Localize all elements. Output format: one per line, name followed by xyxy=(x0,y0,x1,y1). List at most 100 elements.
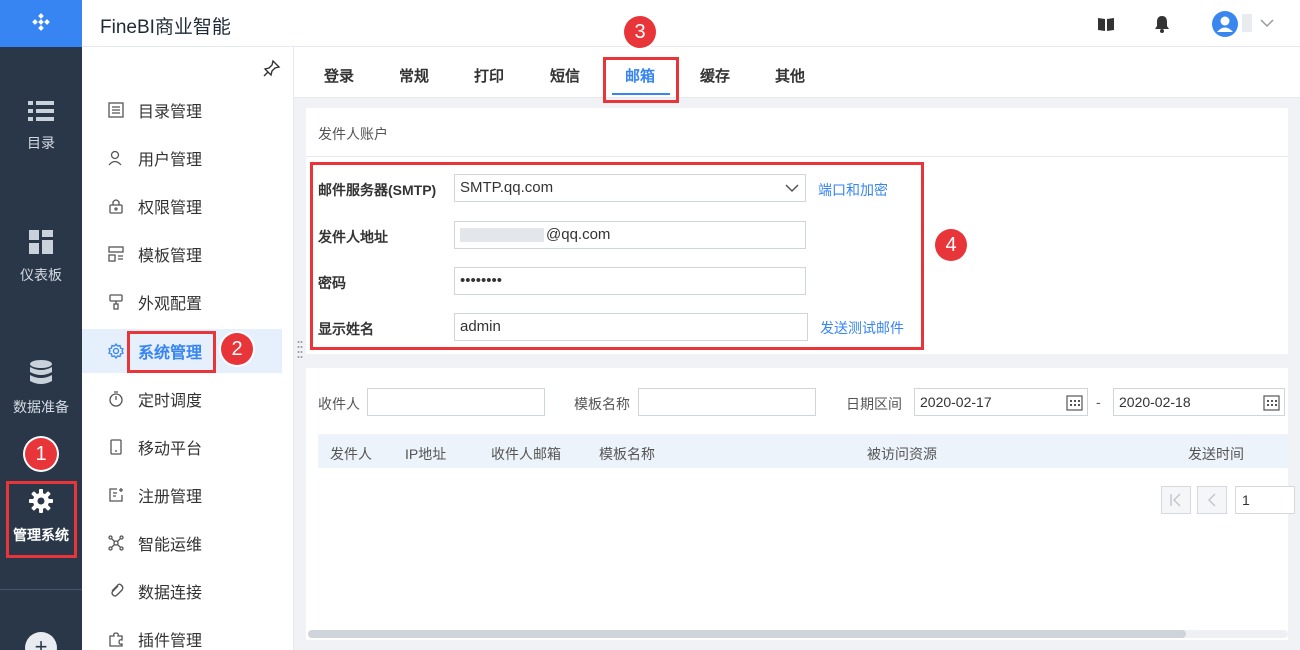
add-button[interactable]: + xyxy=(25,632,57,650)
plugin-icon xyxy=(109,632,123,647)
tab-other[interactable]: 其他 xyxy=(775,65,805,86)
section-title: 发件人账户 xyxy=(318,126,388,142)
recipient-input[interactable] xyxy=(367,388,545,416)
settings-tabs: 登录 常规 打印 短信 邮箱 缓存 其他 xyxy=(294,47,1300,98)
sidebar-item-ops[interactable]: 智能运维 xyxy=(82,521,282,565)
table-header: 发件人 IP地址 收件人邮箱 模板名称 被访问资源 发送时间 xyxy=(318,434,1288,468)
tab-sms[interactable]: 短信 xyxy=(550,65,580,86)
page-number-value: 1 xyxy=(1242,492,1250,508)
sidebar-item-label: 权限管理 xyxy=(138,200,203,217)
template-icon xyxy=(108,246,124,262)
rail-item-catalog[interactable]: 目录 xyxy=(0,100,82,153)
annotation-badge: 4 xyxy=(935,229,967,261)
user-icon xyxy=(108,150,122,166)
annotation-badge: 3 xyxy=(624,16,656,48)
system-gear-icon xyxy=(108,343,124,359)
rail-item-data-prep[interactable]: 数据准备 xyxy=(0,360,82,417)
help-book-icon[interactable] xyxy=(1096,14,1116,34)
appearance-icon xyxy=(109,294,123,310)
column-header: 收件人邮箱 xyxy=(491,446,561,462)
sidebar-item-catalog[interactable]: 目录管理 xyxy=(82,88,282,132)
sidebar-item-appearance[interactable]: 外观配置 xyxy=(82,280,282,324)
top-bar: FineBI商业智能 xyxy=(82,0,1300,47)
catalog-icon xyxy=(108,102,124,118)
avatar[interactable] xyxy=(1212,11,1238,37)
recipient-label: 收件人 xyxy=(318,396,360,412)
scrollbar-thumb[interactable] xyxy=(308,630,1186,638)
column-header: 发件人 xyxy=(330,446,372,462)
timer-icon xyxy=(109,391,123,407)
sidebar-item-label: 定时调度 xyxy=(138,393,203,410)
first-page-button[interactable] xyxy=(1161,486,1191,514)
highlight-box xyxy=(6,481,77,558)
sidebar-item-users[interactable]: 用户管理 xyxy=(82,136,282,180)
lock-icon xyxy=(109,199,123,214)
register-icon xyxy=(109,488,123,502)
sidebar-item-label: 外观配置 xyxy=(138,296,203,313)
column-header: 发送时间 xyxy=(1188,446,1244,462)
previous-page-button[interactable] xyxy=(1197,486,1227,514)
date-from-value: 2020-02-17 xyxy=(920,394,992,410)
first-page-icon xyxy=(1170,493,1181,507)
chevron-left-icon xyxy=(1207,493,1216,507)
tab-general[interactable]: 常规 xyxy=(399,65,429,86)
sidebar-item-label: 移动平台 xyxy=(138,441,203,458)
sidebar-item-mobile[interactable]: 移动平台 xyxy=(82,425,282,469)
dashboard-icon xyxy=(29,230,53,254)
logo[interactable] xyxy=(0,0,82,47)
chevron-down-icon[interactable] xyxy=(1260,18,1274,28)
rail-item-label: 仪表板 xyxy=(20,267,62,283)
highlight-box xyxy=(127,331,216,373)
date-from-input[interactable]: 2020-02-17 xyxy=(914,388,1088,416)
app-title: FineBI商业智能 xyxy=(100,17,231,38)
sidebar-item-label: 模板管理 xyxy=(138,248,203,265)
sidebar-item-permissions[interactable]: 权限管理 xyxy=(82,184,282,228)
page-number-input[interactable]: 1 xyxy=(1235,486,1295,514)
rail-item-dashboard[interactable]: 仪表板 xyxy=(0,230,82,285)
sidebar-item-schedule[interactable]: 定时调度 xyxy=(82,377,282,421)
sidebar-item-templates[interactable]: 模板管理 xyxy=(82,232,282,276)
tab-login[interactable]: 登录 xyxy=(324,65,354,86)
resize-handle-icon[interactable] xyxy=(297,340,303,358)
column-header: 被访问资源 xyxy=(867,446,937,462)
sidebar-item-register[interactable]: 注册管理 xyxy=(82,473,282,517)
rail-divider xyxy=(0,589,82,590)
tab-cache[interactable]: 缓存 xyxy=(700,65,730,86)
date-range-label: 日期区间 xyxy=(846,396,902,412)
ops-icon xyxy=(108,535,124,551)
date-to-value: 2020-02-18 xyxy=(1119,394,1191,410)
horizontal-scrollbar[interactable] xyxy=(308,630,1288,638)
annotation-badge: 1 xyxy=(25,438,57,470)
template-name-input[interactable] xyxy=(638,388,816,416)
date-separator: - xyxy=(1096,394,1101,410)
username-placeholder xyxy=(1242,14,1252,32)
database-icon xyxy=(30,360,52,384)
calendar-icon[interactable] xyxy=(1263,394,1280,411)
divider xyxy=(306,156,1288,157)
sidebar-item-label: 目录管理 xyxy=(138,104,203,121)
template-name-label: 模板名称 xyxy=(574,396,630,412)
list-icon xyxy=(28,101,54,121)
sidebar-item-label: 智能运维 xyxy=(138,537,203,554)
sidebar-item-label: 注册管理 xyxy=(138,489,203,506)
calendar-icon[interactable] xyxy=(1066,394,1083,411)
mobile-icon xyxy=(110,439,122,455)
date-to-input[interactable]: 2020-02-18 xyxy=(1113,388,1285,416)
column-header: IP地址 xyxy=(405,446,447,462)
user-avatar-icon xyxy=(1217,16,1233,32)
sidebar-item-label: 插件管理 xyxy=(138,633,203,650)
pin-icon[interactable] xyxy=(263,59,281,77)
sidebar-item-plugins[interactable]: 插件管理 xyxy=(82,617,282,650)
bell-icon[interactable] xyxy=(1152,14,1172,34)
highlight-box xyxy=(603,57,679,103)
sidebar-item-label: 用户管理 xyxy=(138,152,203,169)
sidebar-item-label: 数据连接 xyxy=(138,585,203,602)
tab-print[interactable]: 打印 xyxy=(474,65,504,86)
logo-icon xyxy=(32,12,50,31)
annotation-badge: 2 xyxy=(221,333,253,365)
link-icon xyxy=(111,583,124,597)
column-header: 模板名称 xyxy=(599,446,655,462)
rail-item-label: 目录 xyxy=(27,135,55,151)
rail-item-label: 数据准备 xyxy=(13,399,69,415)
sidebar-item-data-connection[interactable]: 数据连接 xyxy=(82,569,282,613)
